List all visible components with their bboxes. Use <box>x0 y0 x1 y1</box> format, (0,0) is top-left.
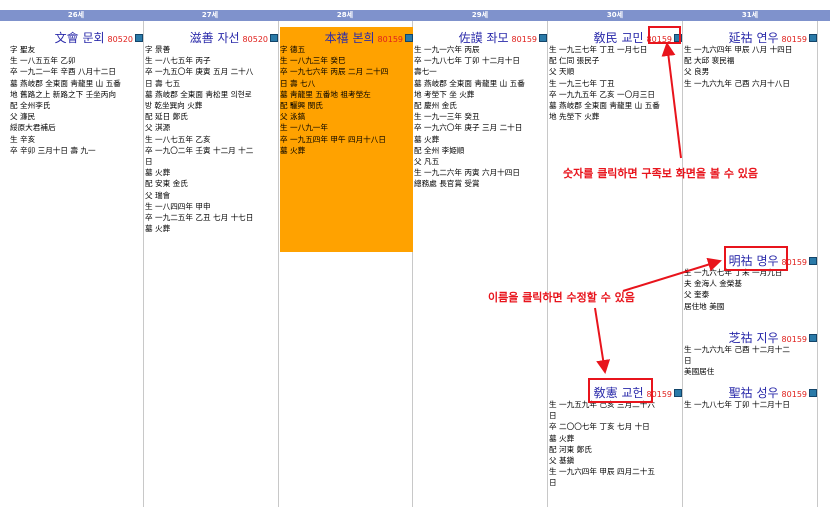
annotation-name-edit: 이름을 클릭하면 수정할 수 있음 <box>488 291 635 304</box>
arrow-to-name <box>594 307 611 374</box>
arrow-to-code <box>661 42 682 159</box>
annotation-arrows <box>594 42 722 374</box>
annotation-tree-click: 숫자를 클릭하면 구족보 화면을 볼 수 있음 <box>563 167 759 180</box>
arrow-to-name <box>622 257 722 292</box>
